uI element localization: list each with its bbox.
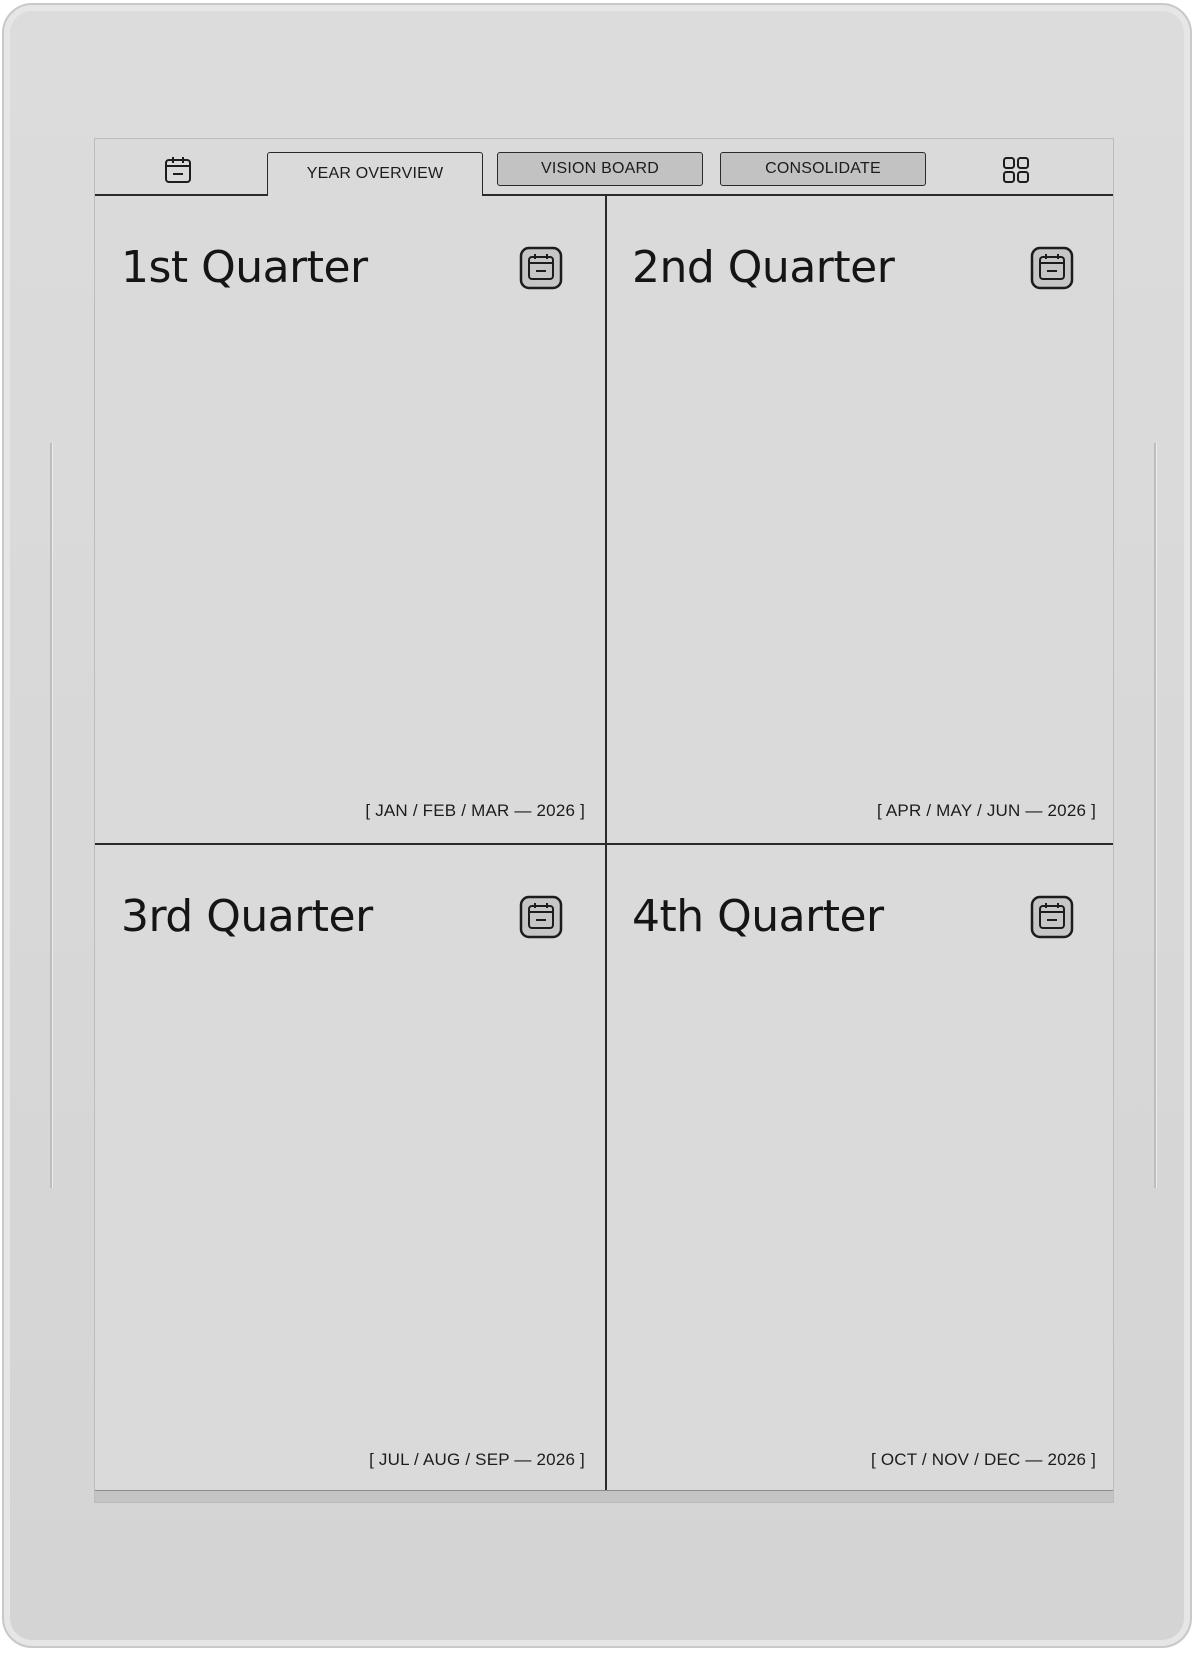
quarter-title: 4th Quarter bbox=[632, 891, 884, 942]
tablet-device: YEAR OVERVIEW VISION BOARD CONSOLIDATE 1… bbox=[2, 3, 1192, 1648]
grid-menu-button[interactable] bbox=[999, 153, 1033, 187]
calendar-icon[interactable] bbox=[1030, 246, 1074, 290]
quarter-title: 1st Quarter bbox=[121, 242, 368, 293]
quarter-panel-3[interactable]: 3rd Quarter [ JUL / AUG / SEP — 2026 ] bbox=[95, 845, 605, 1492]
tab-consolidate[interactable]: CONSOLIDATE bbox=[720, 152, 926, 186]
quarter-date-range: [ APR / MAY / JUN — 2026 ] bbox=[876, 801, 1096, 820]
left-bezel-groove bbox=[50, 443, 53, 1188]
grid-icon bbox=[1003, 157, 1029, 183]
quarter-panel-4[interactable]: 4th Quarter [ OCT / NOV / DEC — 2026 ] bbox=[606, 845, 1113, 1492]
right-bezel-groove bbox=[1154, 443, 1157, 1188]
horizontal-divider bbox=[95, 843, 1113, 845]
quarter-title: 2nd Quarter bbox=[632, 242, 895, 293]
quarter-date-range: [ OCT / NOV / DEC — 2026 ] bbox=[870, 1450, 1096, 1469]
calendar-icon bbox=[165, 157, 191, 183]
tab-vision-board[interactable]: VISION BOARD bbox=[497, 152, 703, 186]
quarter-panel-2[interactable]: 2nd Quarter [ APR / MAY / JUN — 2026 ] bbox=[606, 196, 1113, 843]
calendar-icon[interactable] bbox=[519, 246, 563, 290]
calendar-icon[interactable] bbox=[1030, 895, 1074, 939]
calendar-nav-button[interactable] bbox=[161, 153, 195, 187]
quarter-date-range: [ JAN / FEB / MAR — 2026 ] bbox=[365, 801, 585, 820]
quarters-grid: 1st Quarter [ JAN / FEB / MAR — 2026 ] 2… bbox=[95, 196, 1113, 1492]
calendar-icon[interactable] bbox=[519, 895, 563, 939]
screen-bottom-strip bbox=[95, 1490, 1113, 1502]
quarter-date-range: [ JUL / AUG / SEP — 2026 ] bbox=[369, 1450, 585, 1469]
quarter-panel-1[interactable]: 1st Quarter [ JAN / FEB / MAR — 2026 ] bbox=[95, 196, 605, 843]
quarter-title: 3rd Quarter bbox=[121, 891, 373, 942]
tab-year-overview[interactable]: YEAR OVERVIEW bbox=[267, 152, 483, 196]
screen: YEAR OVERVIEW VISION BOARD CONSOLIDATE 1… bbox=[94, 138, 1114, 1503]
top-navigation: YEAR OVERVIEW VISION BOARD CONSOLIDATE bbox=[95, 139, 1113, 196]
